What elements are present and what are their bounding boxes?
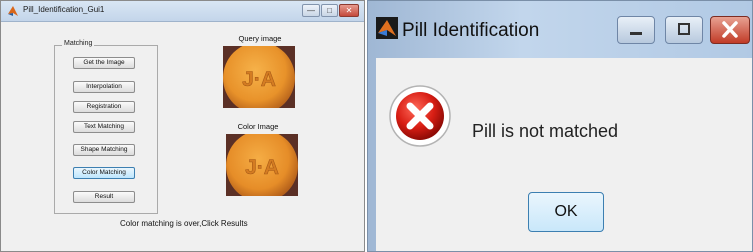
error-message: Pill is not matched — [472, 121, 619, 141]
gui-title-bar[interactable]: Pill_Identification_Gui1 — □ ✕ — [1, 1, 364, 22]
shape-matching-button[interactable]: Shape Matching — [73, 144, 135, 156]
minimize-icon — [630, 32, 642, 35]
matlab-icon — [376, 17, 398, 39]
pill-image: J·A — [226, 134, 298, 196]
dialog-maximize-button[interactable] — [665, 16, 703, 44]
gui-close-button[interactable]: ✕ — [339, 4, 359, 17]
query-image-label: Query image — [238, 34, 282, 43]
ok-button[interactable]: OK — [528, 192, 604, 232]
gui-minimize-button[interactable]: — — [302, 4, 320, 17]
color-image: J·A — [226, 134, 298, 196]
dialog-title: Pill Identification — [402, 20, 540, 41]
error-dialog: Pill Identification Pill is not matched … — [367, 0, 753, 252]
error-icon — [389, 85, 451, 147]
registration-button[interactable]: Registration — [73, 101, 135, 113]
get-image-button[interactable]: Get the Image — [73, 57, 135, 69]
gui-maximize-button[interactable]: □ — [321, 4, 338, 17]
pill-imprint: J·A — [245, 156, 279, 179]
status-text: Color matching is over,Click Results — [120, 219, 248, 228]
close-icon — [722, 21, 738, 38]
pill-image: J·A — [223, 46, 295, 108]
text-matching-button[interactable]: Text Matching — [73, 121, 135, 133]
gui-title: Pill_Identification_Gui1 — [23, 5, 105, 14]
color-image-label: Color Image — [237, 122, 279, 131]
matching-panel-title: Matching — [62, 40, 95, 47]
color-matching-button[interactable]: Color Matching — [73, 167, 135, 179]
pill-imprint: J·A — [242, 68, 276, 91]
query-image: J·A — [223, 46, 295, 108]
interpolation-button[interactable]: Interpolation — [73, 81, 135, 93]
dialog-minimize-button[interactable] — [617, 16, 655, 44]
maximize-icon — [678, 23, 690, 35]
matlab-icon — [8, 6, 18, 16]
result-button[interactable]: Result — [73, 191, 135, 203]
dialog-close-button[interactable] — [710, 16, 750, 44]
